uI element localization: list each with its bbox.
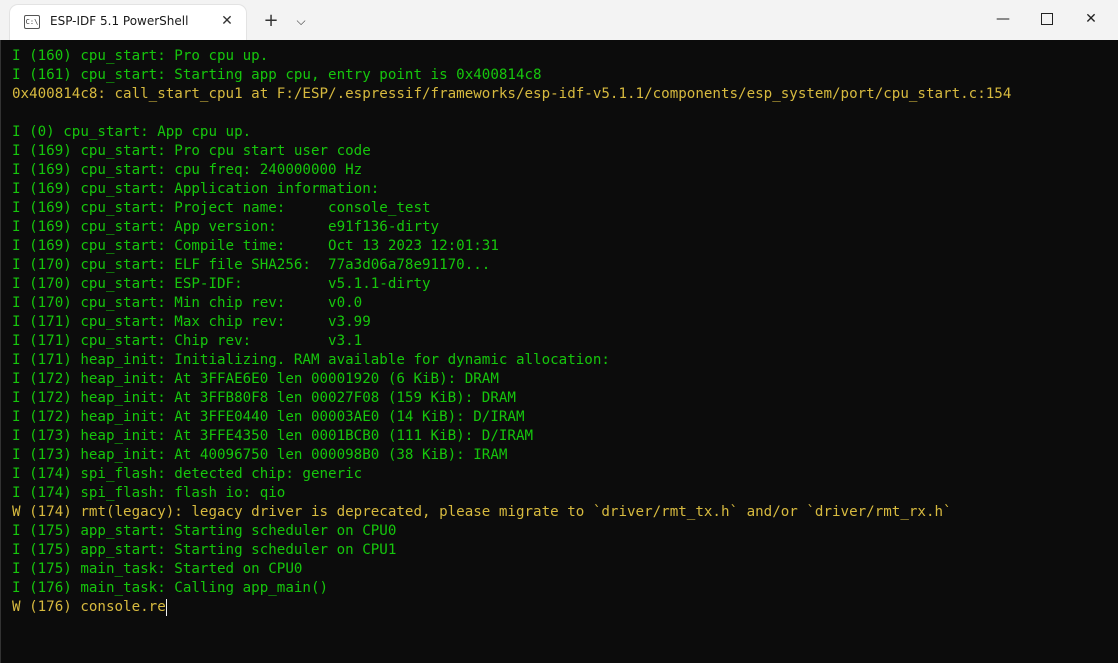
terminal-line: I (160) cpu_start: Pro cpu up. [12, 48, 269, 64]
terminal-output[interactable]: I (160) cpu_start: Pro cpu up. I (161) cp… [0, 40, 1118, 663]
terminal-line: I (170) cpu_start: ESP-IDF: v5.1.1-dirty [12, 276, 431, 292]
tab-title: ESP-IDF 5.1 PowerShell [50, 14, 189, 28]
terminal-line: I (170) cpu_start: Min chip rev: v0.0 [12, 295, 363, 311]
terminal-line: I (169) cpu_start: Project name: console… [12, 200, 431, 216]
terminal-line: I (169) cpu_start: Application informati… [12, 181, 380, 197]
text-cursor [166, 599, 167, 616]
tab-esp-idf-powershell[interactable]: C:\ ESP-IDF 5.1 PowerShell ✕ [10, 5, 246, 40]
terminal-line: I (171) heap_init: Initializing. RAM ava… [12, 352, 610, 368]
maximize-icon [1041, 13, 1053, 25]
terminal-line: W (174) rmt(legacy): legacy driver is de… [12, 504, 952, 520]
terminal-line: I (0) cpu_start: App cpu up. [12, 124, 252, 140]
terminal-line: I (174) spi_flash: flash io: qio [12, 485, 286, 501]
terminal-line: I (171) cpu_start: Max chip rev: v3.99 [12, 314, 371, 330]
terminal-line: I (173) heap_init: At 40096750 len 00009… [12, 447, 508, 463]
terminal-line: I (161) cpu_start: Starting app cpu, ent… [12, 67, 542, 83]
terminal-line: I (169) cpu_start: App version: e91f136-… [12, 219, 440, 235]
terminal-line: I (169) cpu_start: Compile time: Oct 13 … [12, 238, 499, 254]
terminal-line: I (172) heap_init: At 3FFB80F8 len 00027… [12, 390, 516, 406]
terminal-line: I (172) heap_init: At 3FFE0440 len 00003… [12, 409, 525, 425]
terminal-line: 0x400814c8: call_start_cpu1 at F:/ESP/.e… [12, 86, 1012, 102]
tab-close-button[interactable]: ✕ [216, 10, 238, 32]
terminal-line: I (169) cpu_start: cpu freq: 240000000 H… [12, 162, 363, 178]
title-bar: C:\ ESP-IDF 5.1 PowerShell ✕ + ⌵ — ✕ [0, 0, 1118, 40]
terminal-line: I (169) cpu_start: Pro cpu start user co… [12, 143, 371, 159]
terminal-line: I (170) cpu_start: ELF file SHA256: 77a3… [12, 257, 491, 273]
terminal-line: I (174) spi_flash: detected chip: generi… [12, 466, 363, 482]
new-tab-button[interactable]: + [259, 9, 283, 33]
terminal-line: I (175) main_task: Started on CPU0 [12, 561, 303, 577]
terminal-line: I (175) app_start: Starting scheduler on… [12, 523, 397, 539]
terminal-line: W (176) console.re [12, 599, 166, 615]
close-window-button[interactable]: ✕ [1068, 0, 1114, 38]
terminal-line: I (173) heap_init: At 3FFE4350 len 0001B… [12, 428, 534, 444]
terminal-line: I (172) heap_init: At 3FFAE6E0 len 00001… [12, 371, 499, 387]
minimize-button[interactable]: — [980, 0, 1026, 38]
terminal-icon: C:\ [24, 15, 40, 29]
terminal-line: I (171) cpu_start: Chip rev: v3.1 [12, 333, 363, 349]
maximize-button[interactable] [1024, 0, 1070, 38]
tab-dropdown-button[interactable]: ⌵ [289, 9, 313, 33]
terminal-line: I (176) main_task: Calling app_main() [12, 580, 329, 596]
terminal-line: I (175) app_start: Starting scheduler on… [12, 542, 397, 558]
